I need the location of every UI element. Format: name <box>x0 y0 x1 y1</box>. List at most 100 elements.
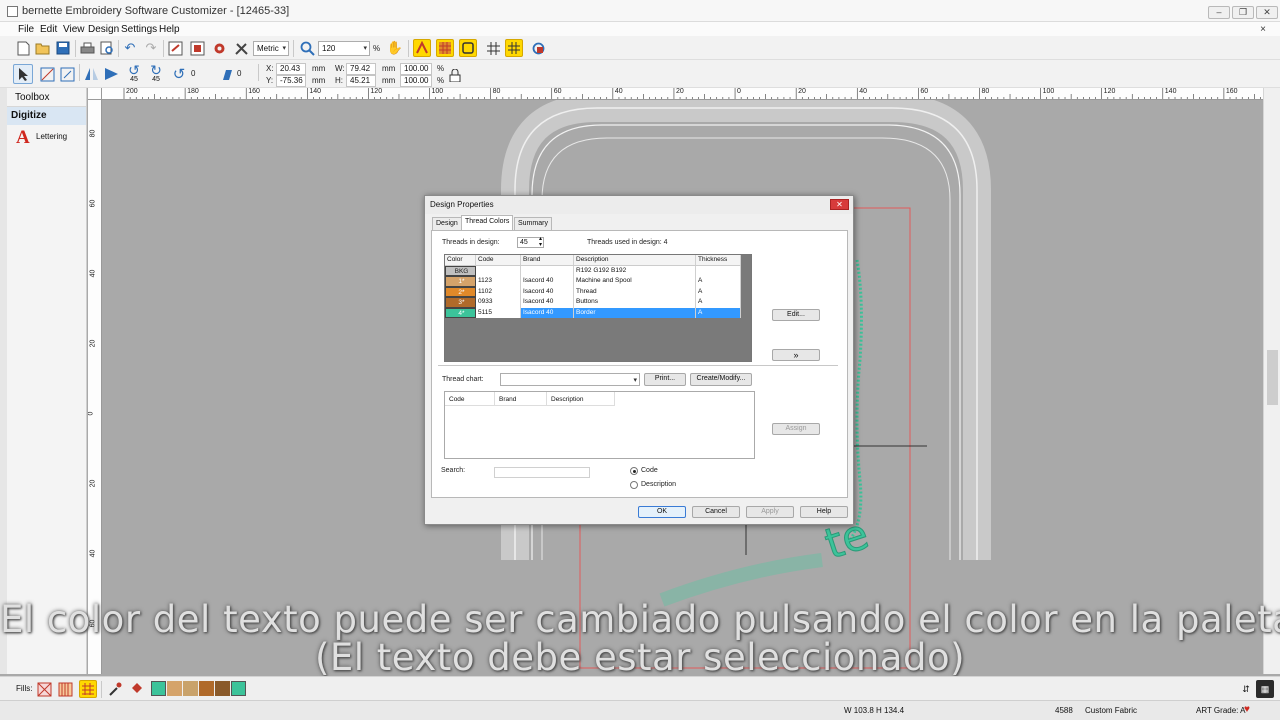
thread-cell-code: 0933 <box>476 297 521 308</box>
y-field[interactable]: -75.36 <box>276 75 306 87</box>
open-folder-icon[interactable] <box>34 39 52 57</box>
thread-chart-select[interactable]: ▾ <box>500 373 640 386</box>
ruler-tick-label: 0 <box>88 411 95 416</box>
document-close-icon[interactable]: × <box>1260 24 1266 35</box>
show-grid-icon[interactable] <box>505 39 523 57</box>
zoom-icon[interactable] <box>298 39 316 57</box>
thread-row[interactable]: 4* 5115 Isacord 40 Border A <box>445 307 741 318</box>
height-field[interactable]: 45.21 <box>346 75 376 87</box>
redo-icon[interactable]: ↷ <box>142 39 160 57</box>
print-icon[interactable] <box>78 39 96 57</box>
show-stitches-icon[interactable] <box>413 39 431 57</box>
menu-help[interactable]: Help <box>159 24 180 35</box>
lock-proportions-icon[interactable] <box>447 67 463 83</box>
zoom-select[interactable]: 120 ▾ <box>318 41 370 56</box>
palette-swatch[interactable] <box>167 681 182 696</box>
rotate-left-45-icon[interactable]: ↺ 45 <box>124 62 144 84</box>
edit-button[interactable]: Edit... <box>772 309 820 321</box>
scale-width-field[interactable]: 100.00 <box>400 63 432 75</box>
palette-swatch[interactable] <box>151 681 166 696</box>
hoop-icon[interactable] <box>166 39 184 57</box>
color-settings-icon[interactable]: ▦ <box>1256 680 1274 698</box>
heart-icon: ♥ <box>1244 704 1250 715</box>
radio-description[interactable] <box>630 481 638 489</box>
design-properties-icon[interactable] <box>188 39 206 57</box>
rotate-right-45-icon[interactable]: ↻ 45 <box>146 63 166 84</box>
select-arrow-icon[interactable] <box>13 64 33 84</box>
palette-scroll-icon[interactable]: ⇵ <box>1237 680 1255 698</box>
apply-button[interactable]: Apply <box>746 506 794 518</box>
lettering-tool[interactable]: A Lettering <box>7 125 86 151</box>
thread-cell-code: 1102 <box>476 286 521 297</box>
undo-icon[interactable]: ↶ <box>121 39 139 57</box>
status-size: W 103.8 H 134.4 <box>844 706 905 715</box>
mirror-vertical-icon[interactable] <box>102 65 120 83</box>
expand-icon[interactable]: » <box>772 349 820 361</box>
stepper-arrows-icon[interactable]: ▴ ▾ <box>539 236 542 248</box>
menu-edit[interactable]: Edit <box>40 24 57 35</box>
fill-pattern-icon[interactable] <box>35 680 53 698</box>
palette-swatch[interactable] <box>215 681 230 696</box>
tab-thread-colors[interactable]: Thread Colors <box>461 215 514 230</box>
close-button[interactable]: ✕ <box>1256 6 1278 19</box>
restore-button[interactable]: ❐ <box>1232 6 1254 19</box>
dialog-close-button[interactable]: ✕ <box>830 199 849 210</box>
scrollbar-thumb[interactable] <box>1267 350 1278 405</box>
units-select[interactable]: Metric ▾ <box>253 41 289 56</box>
minimize-button[interactable]: ‒ <box>1208 6 1230 19</box>
toolbox-panel: Toolbox Digitize A Lettering <box>7 88 87 674</box>
skew-icon[interactable] <box>217 65 235 83</box>
grid-icon[interactable] <box>484 39 502 57</box>
tatami-fill-icon[interactable] <box>79 680 97 698</box>
thread-cell-thickness: A <box>696 307 741 318</box>
rotate-icon[interactable]: ↺ <box>170 65 188 83</box>
width-field[interactable]: 79.42 <box>346 63 376 75</box>
new-file-icon[interactable] <box>14 39 32 57</box>
menu-view[interactable]: View <box>63 24 85 35</box>
palette-swatch[interactable] <box>231 681 246 696</box>
x-field[interactable]: 20.43 <box>276 63 306 75</box>
print-preview-icon[interactable] <box>98 39 116 57</box>
tie-icon[interactable] <box>529 39 547 57</box>
radio-code[interactable] <box>630 467 638 475</box>
tab-design[interactable]: Design <box>432 217 462 230</box>
menu-design[interactable]: Design <box>88 24 119 35</box>
satin-fill-icon[interactable] <box>56 680 74 698</box>
palette-swatch[interactable] <box>183 681 198 696</box>
show-fills-icon[interactable] <box>436 39 454 57</box>
create-modify-button[interactable]: Create/Modify... <box>690 373 752 386</box>
scale-height-field[interactable]: 100.00 <box>400 75 432 87</box>
show-hoop-icon[interactable] <box>459 39 477 57</box>
digitize-section[interactable]: Digitize <box>7 107 86 125</box>
menu-settings[interactable]: Settings <box>121 24 157 35</box>
color-fill-icon[interactable] <box>127 680 145 698</box>
eyedropper-icon[interactable] <box>106 680 124 698</box>
ok-button[interactable]: OK <box>638 506 686 518</box>
help-button[interactable]: Help <box>800 506 848 518</box>
search-input[interactable] <box>494 467 590 478</box>
thread-cell-color: 2* <box>445 286 476 297</box>
pan-hand-icon[interactable]: ✋ <box>386 39 404 57</box>
thread-row[interactable]: BKG R192 G192 B192 <box>445 265 741 276</box>
save-icon[interactable] <box>54 39 72 57</box>
transform-icon[interactable] <box>58 65 76 83</box>
cancel-button[interactable]: Cancel <box>692 506 740 518</box>
gear-icon[interactable] <box>210 39 228 57</box>
thread-row[interactable]: 1* 1123 Isacord 40 Machine and Spool A <box>445 276 741 287</box>
rotate-value[interactable]: 0 <box>191 69 195 78</box>
mirror-horizontal-icon[interactable] <box>82 65 100 83</box>
skew-value[interactable]: 0 <box>237 69 241 78</box>
assign-button[interactable]: Assign <box>772 423 820 435</box>
threads-in-design-stepper[interactable]: 45 ▴ ▾ <box>517 236 544 248</box>
thread-row[interactable]: 3* 0933 Isacord 40 Buttons A <box>445 297 741 308</box>
tools-icon[interactable] <box>232 39 250 57</box>
tab-summary[interactable]: Summary <box>514 217 552 230</box>
ruler-tick-label: 120 <box>1103 88 1116 95</box>
reshape-icon[interactable] <box>38 65 56 83</box>
thread-row[interactable]: 2* 1102 Isacord 40 Thread A <box>445 286 741 297</box>
rotate-left-glyph: ↺ <box>128 62 140 78</box>
menu-file[interactable]: File <box>18 24 34 35</box>
palette-swatch[interactable] <box>199 681 214 696</box>
vertical-scrollbar[interactable] <box>1263 88 1280 674</box>
print-button[interactable]: Print... <box>644 373 686 386</box>
